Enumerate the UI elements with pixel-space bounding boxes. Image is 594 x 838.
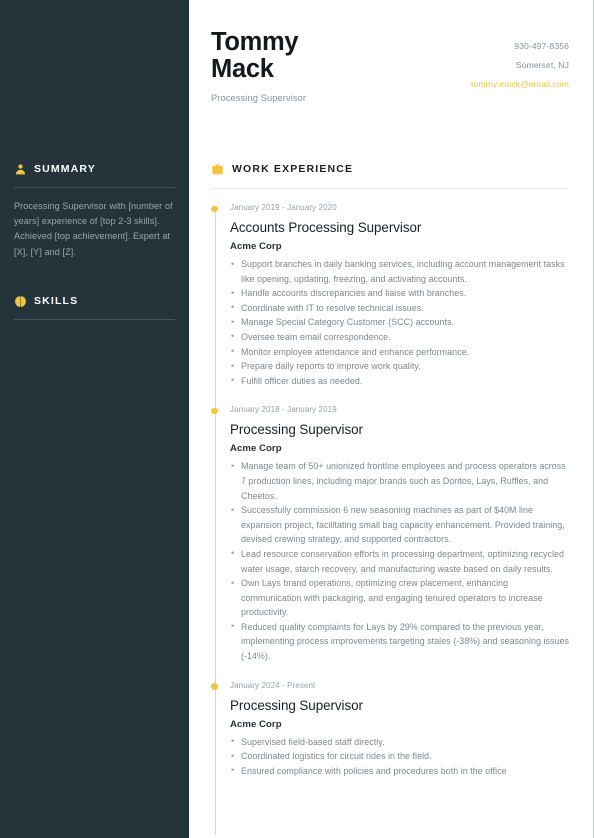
experience-date: January 2019 - January 2020 (230, 203, 337, 212)
experience-bullet: Fulfill officer duties as needed. (230, 373, 569, 389)
work-experience-heading: WORK EXPERIENCE (211, 160, 569, 178)
experience-company: Acme Corp (230, 718, 282, 730)
skills-heading: SKILLS (14, 292, 175, 310)
work-experience-section: WORK EXPERIENCE January 2019 - January 2… (211, 160, 569, 836)
experience-bullet: Monitor employee attendance and enhance … (230, 344, 569, 360)
work-experience-label: WORK EXPERIENCE (232, 163, 354, 175)
experience-company: Acme Corp (230, 241, 282, 252)
skills-label: SKILLS (34, 295, 79, 307)
medal-icon (14, 295, 27, 308)
experience-bullet-list: Supervised field-based staff directly.Co… (230, 734, 569, 779)
resume-page: SUMMARY Processing Supervisor with [numb… (0, 0, 594, 838)
experience-date: January 2018 - January 2019 (230, 405, 337, 415)
experience-bullet: Manage Special Category Customer (SCC) a… (230, 315, 569, 330)
experience-bullet: Supervised field-based staff directly. (230, 734, 569, 750)
experience-timeline: January 2019 - January 2020 Accounts Proc… (211, 203, 569, 836)
experience-role: Processing Supervisor (230, 697, 363, 713)
experience-bullet: Lead resource conservation efforts in pr… (230, 546, 569, 576)
summary-label: SUMMARY (34, 163, 96, 175)
experience-bullet: Oversee team email correspondence. (230, 329, 569, 345)
experience-entry: January 2019 - January 2020 Accounts Proc… (211, 203, 569, 405)
sidebar: SUMMARY Processing Supervisor with [numb… (0, 0, 189, 838)
experience-bullet: Coordinated logistics for circuit rides … (230, 749, 569, 764)
experience-bullet: Coordinate with IT to resolve technical … (230, 300, 569, 316)
sidebar-section-summary: SUMMARY Processing Supervisor with [numb… (14, 160, 175, 260)
contact-block: 930-497-8356 Somerset, NJ tommy.mack@ema… (471, 29, 569, 94)
work-experience-divider (211, 188, 569, 189)
experience-company: Acme Corp (230, 443, 282, 455)
experience-bullet: Handle accounts discrepancies and liaise… (230, 286, 569, 301)
contact-phone: 930-497-8356 (514, 41, 569, 51)
user-icon (14, 163, 27, 176)
experience-bullet-list: Support branches in daily banking servic… (230, 256, 569, 389)
experience-bullet: Support branches in daily banking servic… (230, 256, 569, 286)
experience-date: January 2024 - Present (230, 680, 316, 690)
sidebar-section-skills: SKILLS (14, 292, 175, 320)
experience-bullet: Prepare daily reports to improve work qu… (230, 359, 569, 374)
contact-email[interactable]: tommy.mack@email.com (471, 75, 569, 94)
header-job-title: Processing Supervisor (211, 93, 307, 103)
experience-entry: January 2018 - January 2019 Processing Su… (211, 405, 569, 680)
summary-heading: SUMMARY (14, 160, 175, 178)
summary-divider (14, 187, 175, 188)
briefcase-icon (211, 163, 224, 176)
experience-bullet: Manage team of 50+ unionized frontline e… (230, 459, 569, 503)
experience-role: Processing Supervisor (230, 422, 363, 438)
page-title: Tommy Mack (211, 28, 299, 83)
resume-header: Tommy Mack Processing Supervisor 930-497… (211, 0, 569, 104)
summary-text: Processing Supervisor with [number of ye… (14, 201, 173, 257)
experience-bullet-list: Manage team of 50+ unionized frontline e… (230, 459, 569, 663)
experience-bullet: Reduced quality complaints for Lays by 2… (230, 619, 569, 664)
experience-bullet: Own Lays brand operations, optimizing cr… (230, 576, 569, 620)
skills-divider (14, 319, 175, 320)
experience-bullet: Ensured compliance with policies and pro… (230, 763, 569, 779)
contact-location: Somerset, NJ (515, 60, 569, 70)
main-content: Tommy Mack Processing Supervisor 930-497… (189, 0, 593, 838)
experience-bullet: Successfully commission 6 new seasoning … (230, 503, 569, 547)
experience-role: Accounts Processing Supervisor (230, 220, 422, 235)
identity-block: Tommy Mack Processing Supervisor (211, 28, 361, 104)
experience-entry: January 2024 - Present Processing Supervi… (211, 680, 569, 796)
